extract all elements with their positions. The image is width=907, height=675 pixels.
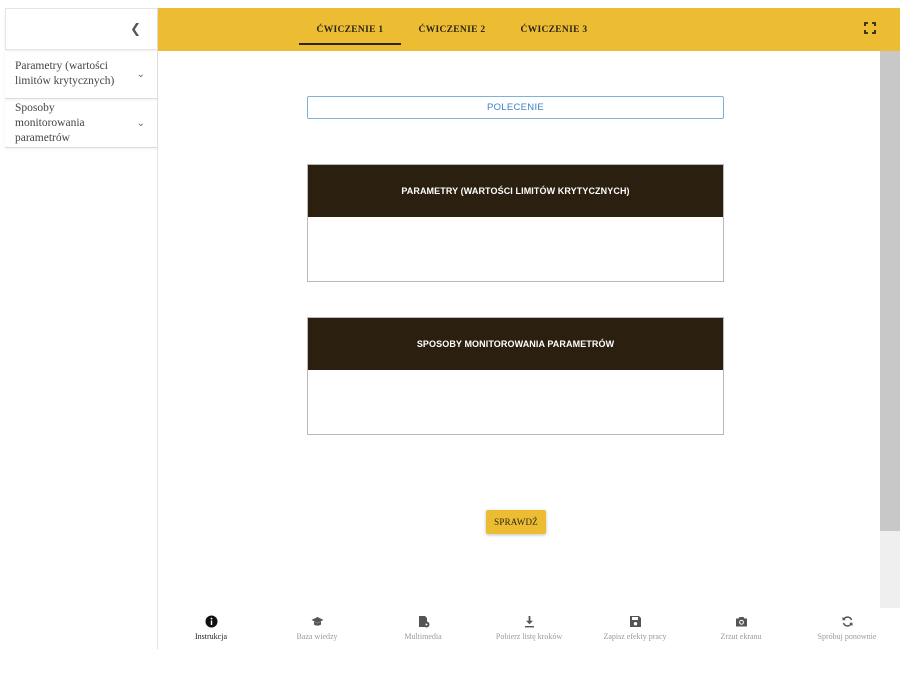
toolbar-baza-wiedzy[interactable]: Baza wiedzy bbox=[264, 608, 370, 649]
chevron-left-icon[interactable]: ❮ bbox=[130, 23, 141, 36]
tab-cwiczenie-1[interactable]: ĆWICZENIE 1 bbox=[299, 8, 401, 51]
save-icon bbox=[629, 616, 641, 627]
panel-title: PARAMETRY (WARTOŚCI LIMITÓW KRYTYCZNYCH) bbox=[308, 165, 723, 217]
chevron-down-icon: ⌄ bbox=[136, 117, 145, 129]
polecenie-button[interactable]: POLECENIE bbox=[307, 96, 724, 119]
sidebar-item-parametry[interactable]: Parametry (wartości limitów krytycznych)… bbox=[5, 50, 157, 99]
info-icon bbox=[205, 615, 217, 628]
toolbar-sprobuj[interactable]: Spróbuj ponownie bbox=[794, 608, 900, 649]
download-icon bbox=[524, 616, 534, 628]
panel-title: SPOSOBY MONITOROWANIA PARAMETRÓW bbox=[308, 318, 723, 370]
tab-cwiczenie-3[interactable]: ĆWICZENIE 3 bbox=[503, 8, 605, 51]
top-bar: ĆWICZENIE 1 ĆWICZENIE 2 ĆWICZENIE 3 bbox=[158, 8, 900, 51]
toolbar-pobierz[interactable]: Pobierz listę kroków bbox=[476, 608, 582, 649]
toolbar-label: Pobierz listę kroków bbox=[495, 632, 563, 641]
drop-zone[interactable] bbox=[308, 217, 723, 281]
toolbar-zapisz[interactable]: Zapisz efekty pracy bbox=[582, 608, 688, 649]
sidebar-header: ❮ bbox=[5, 8, 157, 50]
check-button[interactable]: SPRAWDŹ bbox=[486, 510, 546, 534]
bottom-toolbar: Instrukcja Baza wiedzy Multimedia Pobier… bbox=[158, 608, 900, 649]
tab-cwiczenie-2[interactable]: ĆWICZENIE 2 bbox=[401, 8, 503, 51]
toolbar-label: Spróbuj ponownie bbox=[817, 632, 877, 641]
drop-panel-sposoby: SPOSOBY MONITOROWANIA PARAMETRÓW bbox=[307, 317, 724, 435]
drop-zone[interactable] bbox=[308, 370, 723, 434]
sidebar: ❮ Parametry (wartości limitów krytycznyc… bbox=[5, 8, 158, 649]
sidebar-item-sposoby[interactable]: Sposoby monitorowania parametrów ⌄ bbox=[5, 99, 157, 148]
camera-icon bbox=[735, 617, 747, 627]
toolbar-multimedia[interactable]: Multimedia bbox=[370, 608, 476, 649]
toolbar-instrukcja[interactable]: Instrukcja bbox=[158, 608, 264, 649]
graduation-cap-icon bbox=[311, 617, 323, 626]
refresh-icon bbox=[842, 616, 852, 627]
multimedia-icon bbox=[418, 616, 429, 628]
drop-panel-parametry: PARAMETRY (WARTOŚCI LIMITÓW KRYTYCZNYCH) bbox=[307, 164, 724, 282]
toolbar-label: Baza wiedzy bbox=[296, 632, 338, 641]
sidebar-item-label: Parametry (wartości limitów krytycznych) bbox=[15, 60, 115, 87]
toolbar-label: Zrzut ekranu bbox=[720, 632, 762, 641]
fullscreen-icon[interactable] bbox=[864, 22, 876, 34]
toolbar-zrzut[interactable]: Zrzut ekranu bbox=[688, 608, 794, 649]
scrollbar-thumb[interactable] bbox=[880, 51, 900, 531]
chevron-down-icon: ⌄ bbox=[136, 68, 145, 80]
toolbar-label: Zapisz efekty pracy bbox=[603, 632, 667, 641]
toolbar-label: Multimedia bbox=[404, 632, 442, 641]
sidebar-item-label: Sposoby monitorowania parametrów bbox=[15, 101, 85, 144]
toolbar-label: Instrukcja bbox=[195, 632, 227, 641]
